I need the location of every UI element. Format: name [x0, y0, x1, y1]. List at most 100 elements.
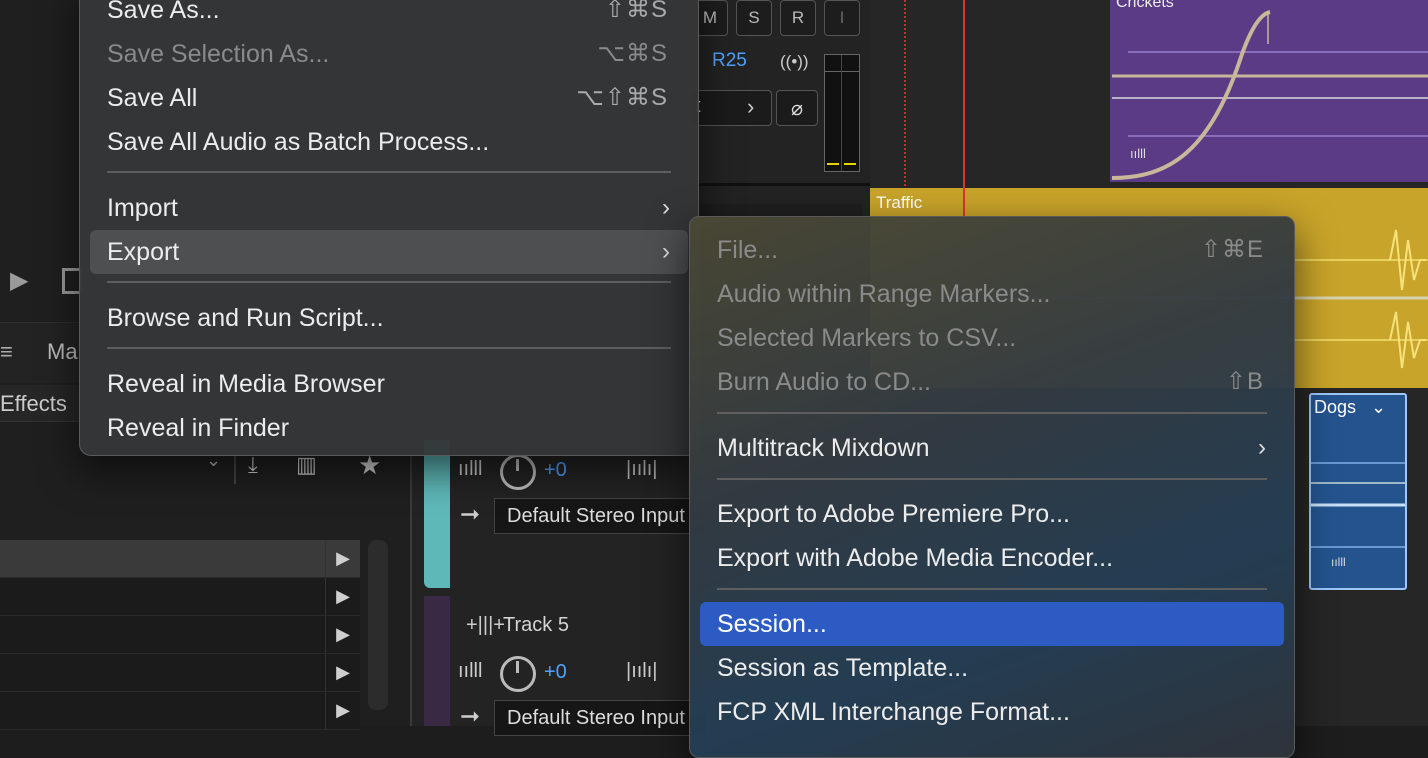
- menu-item-session-template[interactable]: Session as Template...: [700, 646, 1284, 690]
- scrollbar[interactable]: [368, 540, 388, 710]
- menu-item-audio-range-markers: Audio within Range Markers...: [700, 272, 1284, 316]
- clip-label: Dogs: [1314, 397, 1357, 417]
- menu-item-label: Session as Template...: [717, 654, 969, 682]
- menu-item-browse-run-script[interactable]: Browse and Run Script...: [90, 296, 688, 340]
- phase-invert-button[interactable]: ⌀: [776, 90, 818, 126]
- menu-separator: [107, 171, 671, 173]
- play-icon[interactable]: ▶: [10, 266, 28, 295]
- volume-meter-icon: ıılll: [458, 660, 483, 682]
- track-color-bar: [424, 440, 450, 588]
- tab-markers[interactable]: Ma: [47, 339, 78, 365]
- broadcast-icon[interactable]: ((•)): [780, 52, 809, 72]
- menu-item-label: Export: [107, 238, 180, 266]
- volume-envelope: [1111, 10, 1428, 180]
- menu-item-label: Reveal in Finder: [107, 414, 290, 442]
- pan-value[interactable]: R25: [712, 50, 747, 72]
- menu-item-save-selection-as: Save Selection As... ⌥⌘S: [90, 32, 688, 76]
- menu-item-label: Multitrack Mixdown: [717, 434, 930, 462]
- effects-list: ▶ ▶ ▶ ▶ ▶: [0, 540, 360, 730]
- track-separator: [690, 183, 870, 186]
- menu-item-burn-cd: Burn Audio to CD... ⇧B: [700, 360, 1284, 404]
- menu-item-multitrack-mixdown[interactable]: Multitrack Mixdown ›: [700, 426, 1284, 470]
- menu-item-label: Save As...: [107, 0, 220, 24]
- panel-menu-icon[interactable]: ≡: [0, 339, 13, 365]
- waveform-icon: +|||+: [466, 614, 505, 636]
- menu-item-label: Selected Markers to CSV...: [717, 324, 1017, 352]
- expand-arrow-icon[interactable]: ▶: [325, 692, 360, 729]
- record-arm-button[interactable]: R: [780, 0, 816, 36]
- track-name[interactable]: Track 5: [503, 614, 569, 637]
- expand-arrow-icon[interactable]: ▶: [325, 578, 360, 615]
- menu-item-markers-csv: Selected Markers to CSV...: [700, 316, 1284, 360]
- menu-item-save-as[interactable]: Save As... ⇧⌘S: [90, 0, 688, 32]
- menu-item-save-all-batch[interactable]: Save All Audio as Batch Process...: [90, 120, 688, 164]
- waveform: [1311, 462, 1405, 548]
- menu-item-save-all[interactable]: Save All ⌥⇧⌘S: [90, 76, 688, 120]
- menu-item-export-premiere[interactable]: Export to Adobe Premiere Pro...: [700, 492, 1284, 536]
- menu-item-label: Reveal in Media Browser: [107, 370, 385, 398]
- level-meter: [824, 54, 860, 172]
- menu-separator: [107, 281, 671, 283]
- menu-item-export-media-encoder[interactable]: Export with Adobe Media Encoder...: [700, 536, 1284, 580]
- list-item[interactable]: ▶: [0, 578, 360, 616]
- list-item[interactable]: ▶: [0, 616, 360, 654]
- menu-item-label: Audio within Range Markers...: [717, 280, 1051, 308]
- menu-item-fcp-xml[interactable]: FCP XML Interchange Format...: [700, 690, 1284, 734]
- menu-item-reveal-finder[interactable]: Reveal in Finder: [90, 406, 688, 450]
- menu-item-label: Browse and Run Script...: [107, 304, 384, 332]
- menu-separator: [107, 347, 671, 349]
- file-menu: Save As... ⇧⌘S Save Selection As... ⌥⌘S …: [79, 0, 699, 456]
- export-submenu: File... ⇧⌘E Audio within Range Markers..…: [689, 216, 1295, 758]
- marker-line: [904, 0, 906, 186]
- menu-separator: [717, 412, 1267, 414]
- playhead[interactable]: [963, 0, 965, 220]
- shortcut: ⇧B: [1225, 368, 1264, 395]
- menu-item-export[interactable]: Export ›: [90, 230, 688, 274]
- volume-meter-icon: ıılll: [458, 458, 483, 480]
- clip-level-icon: ıılll: [1331, 555, 1346, 569]
- menu-item-session[interactable]: Session...: [700, 602, 1284, 646]
- chevron-right-icon: ›: [747, 94, 755, 119]
- solo-button[interactable]: S: [736, 0, 772, 36]
- output-select[interactable]: t ›: [690, 90, 772, 126]
- clip-label: Crickets: [1116, 0, 1174, 11]
- list-item[interactable]: ▶: [0, 654, 360, 692]
- input-select[interactable]: Default Stereo Input: [494, 700, 708, 736]
- input-arrow-icon: ➞: [460, 703, 481, 730]
- shortcut: ⇧⌘E: [1200, 236, 1264, 263]
- clip-dogs[interactable]: ⌄ ıılll: [1309, 393, 1407, 590]
- menu-item-import[interactable]: Import ›: [90, 186, 688, 230]
- volume-value[interactable]: +0: [544, 459, 567, 482]
- tab-effects[interactable]: Effects: [0, 391, 67, 417]
- menu-item-label: Save All: [107, 84, 198, 112]
- track-header-strip: [692, 204, 862, 216]
- menu-item-label: Save Selection As...: [107, 40, 330, 68]
- chevron-right-icon: ›: [1258, 434, 1266, 461]
- clip-crickets[interactable]: ıılll: [1110, 0, 1428, 182]
- chevron-right-icon: ›: [662, 238, 670, 265]
- list-item[interactable]: ▶: [0, 540, 360, 578]
- shortcut: ⇧⌘S: [604, 0, 668, 23]
- menu-separator: [717, 588, 1267, 590]
- clip-label: Traffic: [876, 193, 923, 212]
- input-monitor-button[interactable]: I: [824, 0, 860, 36]
- shortcut: ⌥⌘S: [597, 40, 668, 67]
- menu-item-label: FCP XML Interchange Format...: [717, 698, 1070, 726]
- expand-arrow-icon[interactable]: ▶: [325, 616, 360, 653]
- volume-value[interactable]: +0: [544, 661, 567, 684]
- volume-knob[interactable]: [500, 656, 536, 692]
- menu-item-label: Export to Adobe Premiere Pro...: [717, 500, 1070, 528]
- chevron-down-icon[interactable]: ⌄: [1371, 397, 1386, 418]
- input-arrow-icon: ➞: [460, 501, 481, 528]
- menu-item-label: Burn Audio to CD...: [717, 368, 932, 396]
- list-item[interactable]: ▶: [0, 692, 360, 730]
- shortcut: ⌥⇧⌘S: [576, 84, 668, 111]
- chevron-right-icon: ›: [662, 194, 670, 221]
- expand-arrow-icon[interactable]: ▶: [325, 540, 360, 577]
- pan-icon: |ıılı|: [626, 660, 658, 682]
- menu-item-reveal-media-browser[interactable]: Reveal in Media Browser: [90, 362, 688, 406]
- menu-separator: [717, 478, 1267, 480]
- expand-arrow-icon[interactable]: ▶: [325, 654, 360, 691]
- volume-knob[interactable]: [500, 454, 536, 490]
- input-select[interactable]: Default Stereo Input: [494, 498, 708, 534]
